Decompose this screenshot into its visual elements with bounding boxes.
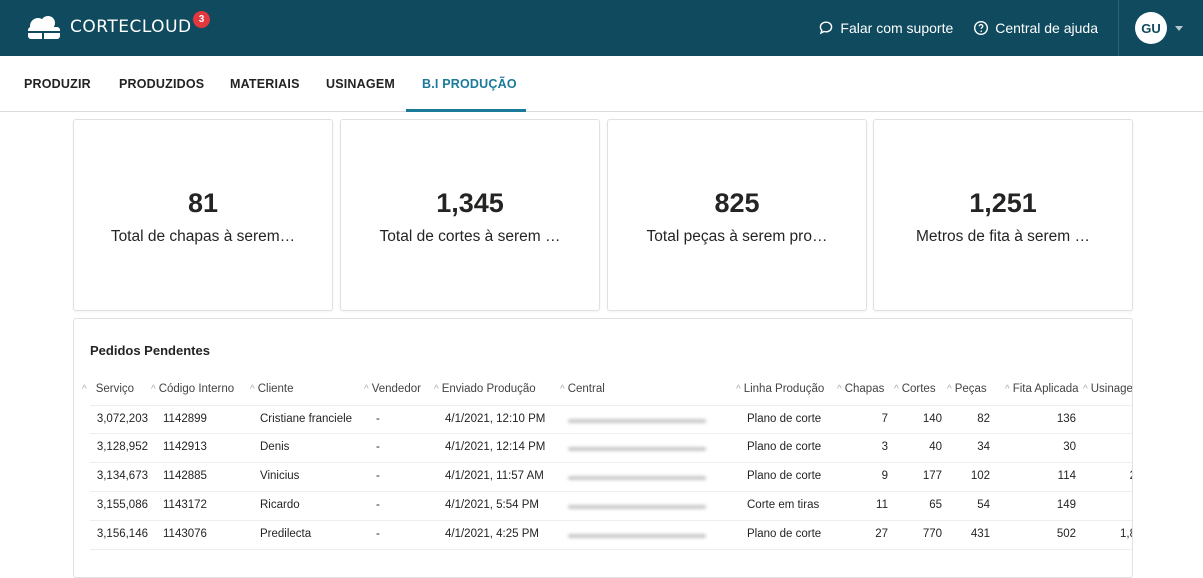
kpi-card-chapas[interactable]: 81 Total de chapas à serem… (73, 119, 333, 311)
panel-title: Pedidos Pendentes (90, 343, 210, 358)
kpi-label: Total de chapas à serem… (110, 228, 296, 245)
sort-icon: ^ (82, 384, 87, 395)
tab-produzir[interactable]: PRODUZIR (24, 56, 91, 112)
redacted-central (568, 505, 706, 509)
active-tab-indicator (406, 109, 526, 112)
column-header-vendedor[interactable]: ^ Vendedor (364, 383, 421, 395)
sort-icon: ^ (1005, 384, 1010, 395)
table-row[interactable]: 3,155,086 1143172 Ricardo - 4/1/2021, 5:… (90, 492, 1132, 521)
support-link[interactable]: Falar com suporte (818, 20, 953, 36)
tab-bi-producao[interactable]: B.I PRODUÇÃO (422, 56, 517, 112)
chevron-down-icon[interactable] (1175, 25, 1183, 31)
column-header-fita[interactable]: ^ Fita Aplicada (1005, 383, 1079, 395)
sort-icon: ^ (151, 384, 156, 395)
redacted-central (568, 447, 706, 451)
support-label: Falar com suporte (840, 20, 954, 36)
kpi-label: Metros de fita à serem … (915, 228, 1090, 245)
table-row[interactable]: 3,128,952 1142913 Denis - 4/1/2021, 12:1… (90, 434, 1132, 463)
table-row[interactable]: 3,072,203 1142899 Cristiane franciele - … (90, 405, 1132, 434)
kpi-value: 825 (714, 188, 760, 218)
column-header-central[interactable]: ^ Central (560, 383, 605, 395)
help-label: Central de ajuda (995, 20, 1098, 36)
column-header-enviado[interactable]: ^ Enviado Produção (434, 383, 536, 395)
redacted-central (568, 476, 706, 480)
kpi-card-cortes[interactable]: 1,345 Total de cortes à serem … (340, 119, 600, 311)
sort-icon: ^ (250, 384, 255, 395)
main-tabs: PRODUZIR PRODUZIDOS MATERIAIS USINAGEM B… (0, 56, 1203, 112)
kpi-value: 1,345 (436, 188, 504, 218)
notification-badge[interactable]: 3 (193, 11, 210, 28)
column-header-usinagem[interactable]: ^ Usinage (1083, 383, 1132, 395)
column-header-cliente[interactable]: ^ Cliente (250, 383, 294, 395)
sort-icon: ^ (560, 384, 565, 395)
kpi-label: Total peças à serem pro… (646, 228, 828, 245)
column-header-pecas[interactable]: ^ Peças (947, 383, 987, 395)
column-header-servico[interactable]: ^ Serviço (82, 383, 134, 395)
redacted-central (568, 534, 706, 538)
column-header-chapas[interactable]: ^ Chapas (837, 383, 884, 395)
help-circle-icon (974, 20, 989, 36)
sort-icon: ^ (947, 384, 952, 395)
column-header-codigo[interactable]: ^ Código Interno (151, 383, 234, 395)
redacted-central (568, 419, 706, 423)
kpi-value: 81 (187, 188, 219, 218)
sort-icon: ^ (1083, 384, 1088, 395)
cloud-logo-icon (28, 16, 60, 39)
app-logo[interactable]: CORTECLOUD (24, 14, 192, 40)
sort-icon: ^ (837, 384, 842, 395)
table-row[interactable]: 3,134,673 1142885 Vinicius - 4/1/2021, 1… (90, 463, 1132, 492)
help-link[interactable]: Central de ajuda (973, 20, 1098, 36)
top-bar: CORTECLOUD 3 Falar com suporte Central d… (0, 0, 1203, 56)
pending-orders-panel: Pedidos Pendentes ^ Serviço ^ Código Inter… (73, 318, 1133, 578)
user-avatar[interactable]: GU (1135, 12, 1167, 44)
column-header-linha[interactable]: ^ Linha Produção (736, 383, 824, 395)
sort-icon: ^ (364, 384, 369, 395)
sort-icon: ^ (736, 384, 741, 395)
kpi-value: 1,251 (969, 188, 1037, 218)
sort-icon: ^ (894, 384, 899, 395)
sort-icon: ^ (434, 384, 439, 395)
tab-materiais[interactable]: MATERIAIS (230, 56, 300, 112)
column-header-cortes[interactable]: ^ Cortes (894, 383, 936, 395)
table-row[interactable]: 3,156,146 1143076 Predilecta - 4/1/2021,… (90, 521, 1132, 550)
app-name: CORTECLOUD (70, 17, 192, 37)
header-divider (1118, 0, 1119, 56)
kpi-label: Total de cortes à serem … (379, 228, 561, 245)
tab-usinagem[interactable]: USINAGEM (326, 56, 395, 112)
kpi-card-fita[interactable]: 1,251 Metros de fita à serem … (873, 119, 1133, 311)
chat-bubble-icon (820, 21, 833, 35)
kpi-card-pecas[interactable]: 825 Total peças à serem pro… (607, 119, 867, 311)
tab-produzidos[interactable]: PRODUZIDOS (119, 56, 204, 112)
